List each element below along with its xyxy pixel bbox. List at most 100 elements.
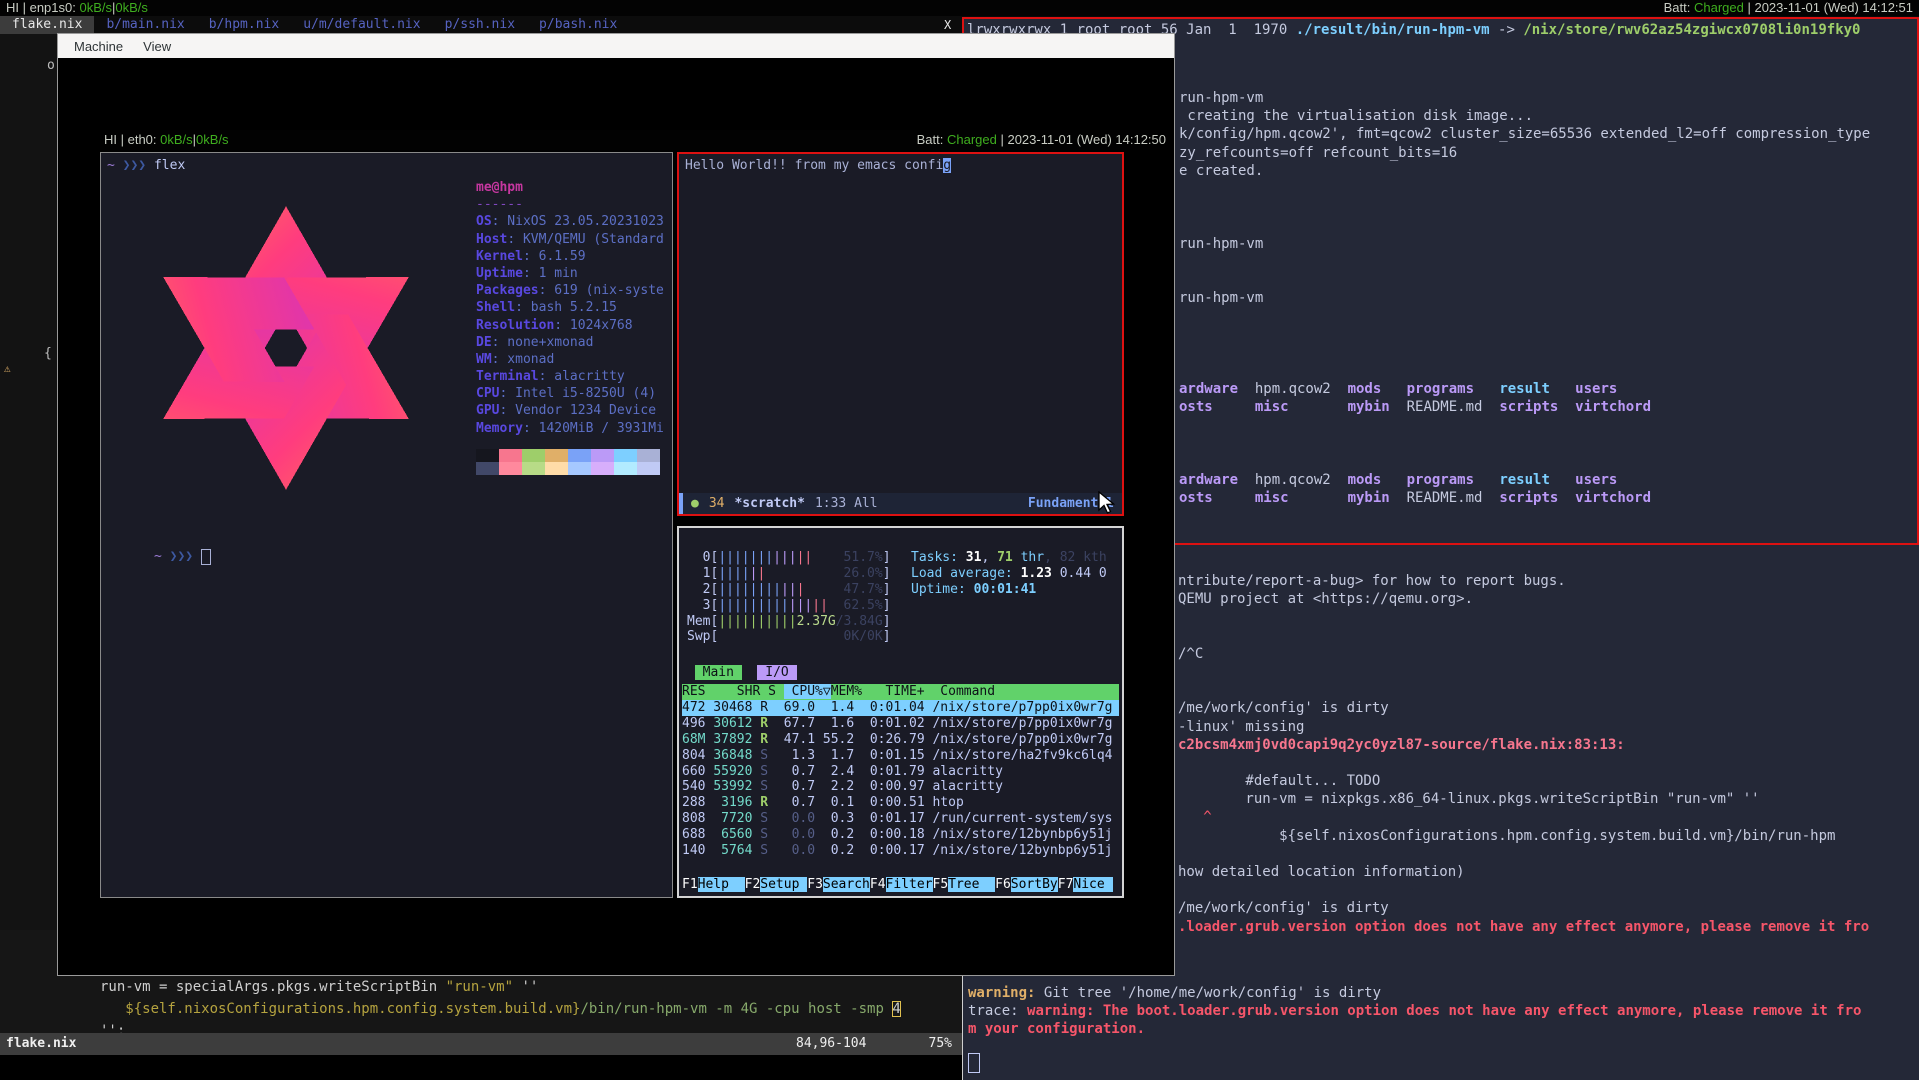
text-line: WM: xmonad xyxy=(476,351,664,368)
text-line: 496 30612 R 67.7 1.6 0:01.02 /nix/store/… xyxy=(682,716,1119,732)
close-icon[interactable]: X xyxy=(944,18,951,32)
network-status: HI | enp1s0: 0kB/s|0kB/s xyxy=(6,0,148,16)
htop-tabs[interactable]: Main I/O xyxy=(687,665,797,681)
text-line: Terminal: alacritty xyxy=(476,368,664,385)
text-line xyxy=(1178,663,1869,681)
text-line: 688 6560 S 0.0 0.2 0:00.18 /nix/store/12… xyxy=(682,827,1119,843)
htop-function-keys[interactable]: F1Help F2Setup F3SearchF4FilterF5Tree F6… xyxy=(682,877,1113,893)
text-line: run-hpm-vm xyxy=(1179,289,1870,307)
menu-machine[interactable]: Machine xyxy=(66,37,131,56)
emacs-echo-area xyxy=(0,1055,962,1080)
text-line xyxy=(1179,344,1870,362)
tab-p/ssh.nix[interactable]: p/ssh.nix xyxy=(433,16,527,34)
text-line: k/config/hpm.qcow2', fmt=qcow2 cluster_s… xyxy=(1179,125,1870,143)
tab-flake.nix[interactable]: flake.nix xyxy=(0,16,94,34)
text-line xyxy=(1179,325,1870,343)
text-line: c2bcsm4xmj0vd0capi9q2yc0yzl87-source/fla… xyxy=(1178,736,1869,754)
text-line: 808 7720 S 0.0 0.3 0:01.17 /run/current-… xyxy=(682,811,1119,827)
text-line: Load average: 1.23 0.44 0 xyxy=(911,566,1107,582)
emacs-modeline: ● 34 *scratch* 1:33 All Fundamental xyxy=(679,493,1122,514)
text-line xyxy=(1179,362,1870,380)
qemu-menu-bar: Machine View xyxy=(58,34,1174,58)
text-line: me@hpm xyxy=(476,179,664,196)
vm-emacs-window[interactable]: Hello World!! from my emacs config ● 34 … xyxy=(677,152,1124,516)
text-line: ^ xyxy=(1178,808,1869,826)
text-line xyxy=(1178,681,1869,699)
text-line: 660 55920 S 0.7 2.4 0:01.79 alacritty xyxy=(682,764,1119,780)
vm-terminal-window[interactable]: ~ ❯❯❯ flex me@hpm------OS: NixOS 23.05.2… xyxy=(100,152,673,898)
text-line: GPU: Vendor 1234 Device xyxy=(476,402,664,419)
text-line: trace: warning: The boot.loader.grub.ver… xyxy=(968,1002,1861,1020)
modeline-number: 34 xyxy=(709,496,725,511)
terminal-output: warning: Git tree '/home/me/work/config'… xyxy=(968,984,1861,1039)
tab-u/m/default.nix[interactable]: u/m/default.nix xyxy=(291,16,432,34)
text-line: run-vm = specialArgs.pkgs.writeScriptBin… xyxy=(100,976,901,998)
shell-prompt: ~ ❯❯❯ flex xyxy=(107,157,185,174)
text-line xyxy=(1179,253,1870,271)
text-line: Tasks: 31, 71 thr, 82 kth xyxy=(911,550,1107,566)
text-line: /me/work/config' is dirty xyxy=(1178,899,1869,917)
tab-b/main.nix[interactable]: b/main.nix xyxy=(94,16,196,34)
palette-swatch xyxy=(545,462,568,475)
host-status-bar: HI | enp1s0: 0kB/s|0kB/s Batt: Charged |… xyxy=(0,0,1919,16)
text-line: Kernel: 6.1.59 xyxy=(476,248,664,265)
text-line: Memory: 1420MiB / 3931Mi xyxy=(476,420,664,437)
text-line: Resolution: 1024x768 xyxy=(476,317,664,334)
text-line: osts misc mybin README.md scripts virtch… xyxy=(1179,489,1870,507)
text-line: Hello World!! from my emacs config xyxy=(685,157,951,174)
neofetch-palette xyxy=(476,449,660,475)
text-line: warning: Git tree '/home/me/work/config'… xyxy=(968,984,1861,1002)
text-line: Uptime: 00:01:41 xyxy=(911,582,1107,598)
text-line: ardware hpm.qcow2 mods programs result u… xyxy=(1179,471,1870,489)
text-line: ${self.nixosConfigurations.hpm.config.sy… xyxy=(1178,827,1869,845)
vm-network-status: HI | eth0: 0kB/s|0kB/s xyxy=(104,130,229,150)
text-line: -linux' missing xyxy=(1178,718,1869,736)
modeline-position: 1:33 All xyxy=(815,496,878,511)
emacs-text-fragment: o xyxy=(47,58,55,73)
htop-tasks-summary: Tasks: 31, 71 thr, 82 kthLoad average: 1… xyxy=(911,550,1107,598)
text-line: ~ ❯❯❯ xyxy=(154,548,201,565)
palette-swatch xyxy=(568,449,591,462)
nixos-logo xyxy=(111,183,461,513)
vm-htop-window[interactable]: 0[|||||||||||| 51.7%] 1[|||||| 26.0%] 2[… xyxy=(677,526,1124,898)
text-line: run-hpm-vm xyxy=(1179,89,1870,107)
text-line: /me/work/config' is dirty xyxy=(1178,699,1869,717)
text-line: Uptime: 1 min xyxy=(476,265,664,282)
battery-clock: Batt: Charged | 2023-11-01 (Wed) 14:12:5… xyxy=(1664,0,1913,16)
text-line: 3[|||||||||||||| 62.5%] xyxy=(687,598,891,614)
tab-b/hpm.nix[interactable]: b/hpm.nix xyxy=(197,16,291,34)
warning-icon: ⚠ xyxy=(4,362,11,375)
emacs-tab-bar: flake.nixb/main.nixb/hpm.nixu/m/default.… xyxy=(0,16,962,34)
text-line xyxy=(1179,416,1870,434)
terminal-output: ntribute/report-a-bug> for how to report… xyxy=(1178,572,1869,936)
text-line: ~ ❯❯❯ flex xyxy=(107,157,185,174)
text-line xyxy=(1179,216,1870,234)
text-line: e created. xyxy=(1179,162,1870,180)
emacs-text-fragment: { xyxy=(44,346,52,361)
terminal-cursor xyxy=(201,549,211,565)
text-line: Host: KVM/QEMU (Standard xyxy=(476,231,664,248)
text-line: 140 5764 S 0.0 0.2 0:00.17 /nix/store/12… xyxy=(682,843,1119,859)
palette-swatch xyxy=(476,462,499,475)
menu-view[interactable]: View xyxy=(135,37,179,56)
shell-prompt: ~ ❯❯❯ xyxy=(107,533,211,580)
terminal-cursor xyxy=(968,1053,980,1073)
modeline-filename: flake.nix xyxy=(6,1033,76,1055)
text-line: run-vm = nixpkgs.x86_64-linux.pkgs.write… xyxy=(1178,790,1869,808)
text-line xyxy=(1179,435,1870,453)
text-line: #default... TODO xyxy=(1178,772,1869,790)
htop-table-header[interactable]: RES SHR S CPU%▽MEM% TIME+ Command xyxy=(682,684,1119,700)
text-line: 540 53992 S 0.7 2.2 0:00.97 alacritty xyxy=(682,779,1119,795)
emacs-modeline: flake.nix 84,96-104 75% xyxy=(0,1033,962,1055)
htop-process-table[interactable]: 472 30468 R 69.0 1.4 0:01.04 /nix/store/… xyxy=(682,700,1119,859)
palette-swatch xyxy=(499,449,522,462)
mouse-cursor-icon xyxy=(1097,491,1119,515)
text-line: run-hpm-vm xyxy=(1179,235,1870,253)
text-line xyxy=(1179,453,1870,471)
palette-swatch xyxy=(637,462,660,475)
text-line xyxy=(1178,627,1869,645)
modeline-position: 84,96-104 xyxy=(796,1033,866,1055)
tab-p/bash.nix[interactable]: p/bash.nix xyxy=(527,16,629,34)
text-line: 2[||||||||||| 47.7%] xyxy=(687,582,891,598)
text-line: 0[|||||||||||| 51.7%] xyxy=(687,550,891,566)
